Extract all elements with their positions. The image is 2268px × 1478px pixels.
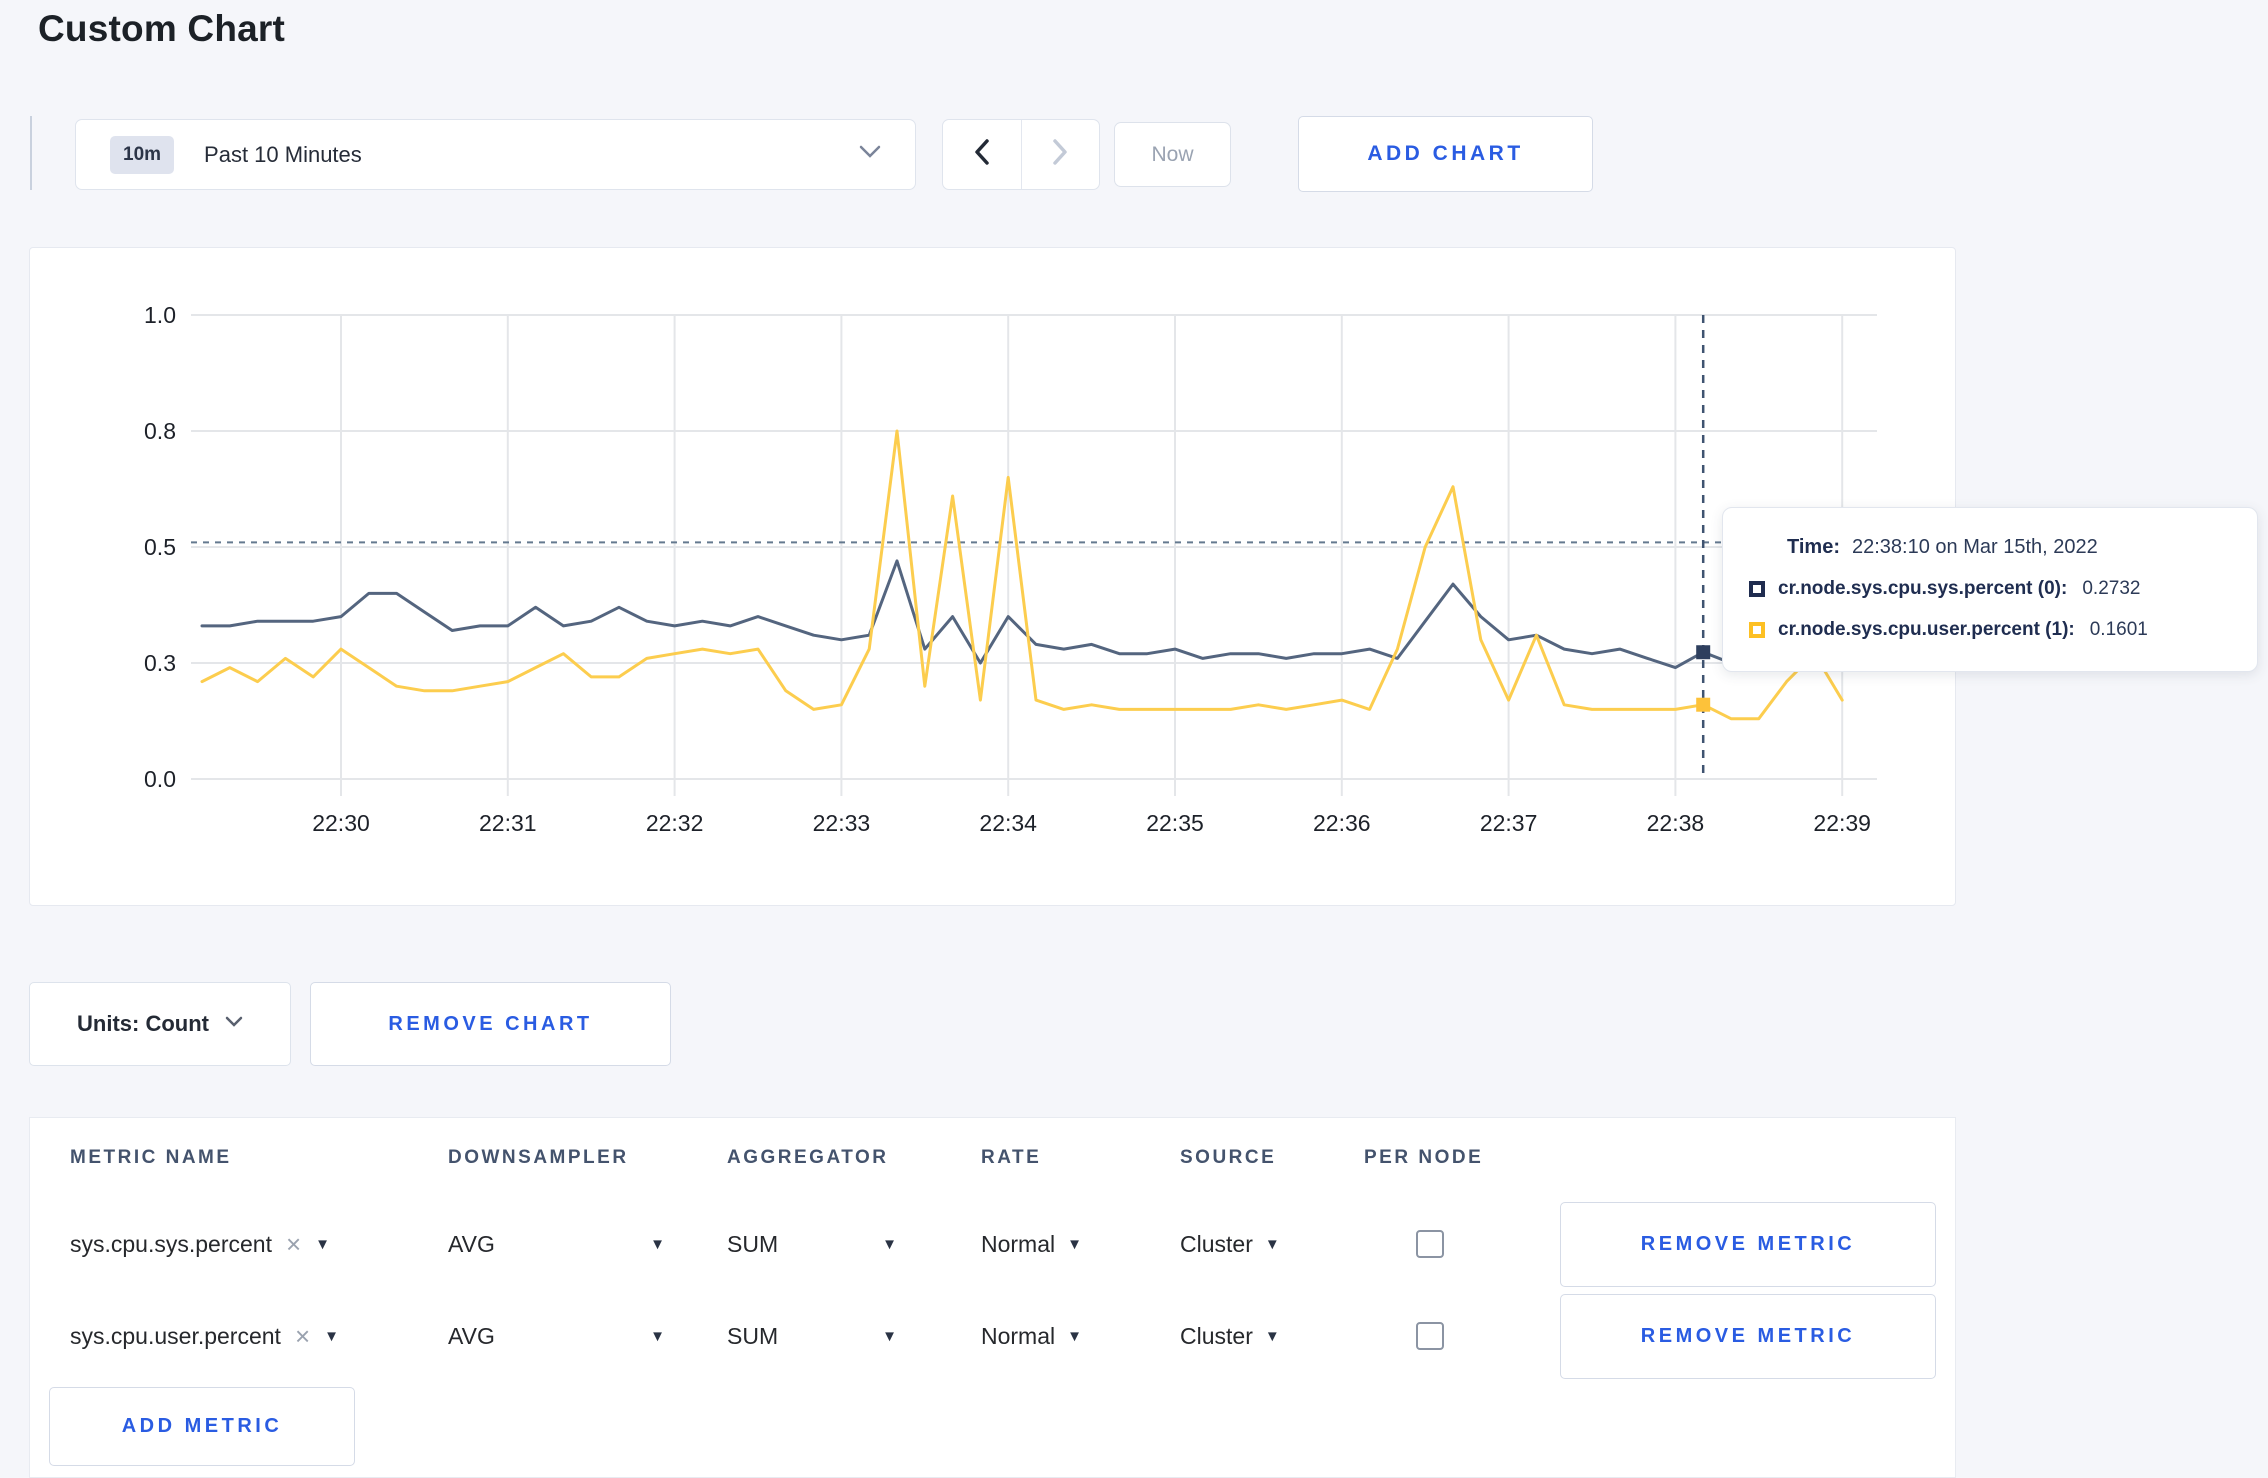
aggregator-value: SUM bbox=[727, 1230, 779, 1257]
sys-series-swatch-icon bbox=[1749, 581, 1765, 597]
aggregator-select[interactable]: SUM ▼ bbox=[727, 1323, 981, 1350]
dropdown-arrow-icon: ▼ bbox=[650, 1327, 665, 1345]
svg-text:22:39: 22:39 bbox=[1813, 810, 1871, 836]
source-value: Cluster bbox=[1180, 1322, 1253, 1349]
metrics-table: METRIC NAME DOWNSAMPLER AGGREGATOR RATE … bbox=[29, 1117, 1956, 1478]
aggregator-select[interactable]: SUM ▼ bbox=[727, 1231, 981, 1258]
rate-select[interactable]: Normal ▼ bbox=[981, 1323, 1180, 1350]
rate-value: Normal bbox=[981, 1230, 1056, 1257]
header-downsampler: DOWNSAMPLER bbox=[448, 1147, 629, 1168]
dropdown-arrow-icon: ▼ bbox=[1067, 1327, 1082, 1345]
svg-text:22:34: 22:34 bbox=[979, 810, 1037, 836]
downsampler-value: AVG bbox=[448, 1322, 495, 1349]
dropdown-arrow-icon: ▼ bbox=[1067, 1235, 1082, 1253]
clear-metric-icon[interactable]: × bbox=[286, 1231, 301, 1257]
metric-name-select[interactable]: sys.cpu.sys.percent × ▼ bbox=[70, 1231, 448, 1258]
remove-metric-button[interactable]: REMOVE METRIC bbox=[1560, 1201, 1936, 1287]
svg-text:0.3: 0.3 bbox=[144, 650, 176, 676]
tooltip-series-row: cr.node.sys.cpu.sys.percent (0): 0.2732 bbox=[1749, 578, 2227, 600]
tooltip-series-row: cr.node.sys.cpu.user.percent (1): 0.1601 bbox=[1749, 619, 2227, 641]
units-select[interactable]: Units: Count bbox=[29, 982, 291, 1066]
remove-chart-button[interactable]: REMOVE CHART bbox=[310, 982, 671, 1066]
tooltip-series-value: 0.2732 bbox=[2082, 578, 2141, 599]
header-source: SOURCE bbox=[1180, 1147, 1277, 1168]
metric-name-value: sys.cpu.sys.percent bbox=[70, 1230, 272, 1257]
dropdown-arrow-icon: ▼ bbox=[650, 1235, 665, 1253]
user-series-swatch-icon bbox=[1749, 622, 1765, 638]
dropdown-arrow-icon: ▼ bbox=[882, 1327, 897, 1345]
per-node-checkbox[interactable] bbox=[1416, 1322, 1444, 1350]
header-aggregator: AGGREGATOR bbox=[727, 1147, 889, 1168]
remove-metric-button[interactable]: REMOVE METRIC bbox=[1560, 1293, 1936, 1379]
time-range-label: Past 10 Minutes bbox=[204, 141, 362, 167]
svg-text:0.0: 0.0 bbox=[144, 766, 176, 792]
chart-tooltip: Time: 22:38:10 on Mar 15th, 2022 cr.node… bbox=[1722, 507, 2258, 672]
add-metric-button[interactable]: ADD METRIC bbox=[49, 1387, 355, 1466]
source-select[interactable]: Cluster ▼ bbox=[1180, 1231, 1364, 1258]
dropdown-arrow-icon: ▼ bbox=[882, 1235, 897, 1253]
chevron-down-icon bbox=[859, 145, 881, 164]
header-metric-name: METRIC NAME bbox=[70, 1147, 232, 1168]
metric-row: sys.cpu.user.percent × ▼ AVG ▼ SUM ▼ Nor… bbox=[30, 1290, 1955, 1382]
dropdown-arrow-icon: ▼ bbox=[1264, 1235, 1280, 1253]
page-title: Custom Chart bbox=[38, 8, 286, 49]
dropdown-arrow-icon: ▼ bbox=[324, 1327, 339, 1345]
chevron-right-icon bbox=[1052, 139, 1068, 170]
clear-metric-icon[interactable]: × bbox=[295, 1323, 310, 1349]
rate-value: Normal bbox=[981, 1322, 1056, 1349]
now-button[interactable]: Now bbox=[1114, 122, 1231, 187]
svg-text:22:31: 22:31 bbox=[479, 810, 537, 836]
downsampler-value: AVG bbox=[448, 1230, 495, 1257]
svg-text:22:32: 22:32 bbox=[646, 810, 704, 836]
source-value: Cluster bbox=[1180, 1230, 1253, 1257]
chevron-left-icon bbox=[974, 139, 990, 170]
tooltip-series-value: 0.1601 bbox=[2089, 619, 2148, 640]
svg-text:22:36: 22:36 bbox=[1313, 810, 1371, 836]
next-range-button[interactable] bbox=[1020, 120, 1100, 189]
downsampler-select[interactable]: AVG ▼ bbox=[448, 1323, 727, 1350]
svg-text:0.5: 0.5 bbox=[144, 534, 176, 560]
add-chart-button[interactable]: ADD CHART bbox=[1298, 116, 1593, 192]
svg-text:22:30: 22:30 bbox=[312, 810, 370, 836]
metric-row: sys.cpu.sys.percent × ▼ AVG ▼ SUM ▼ Norm… bbox=[30, 1198, 1955, 1290]
units-label: Units: Count bbox=[77, 1011, 209, 1036]
metrics-table-header: METRIC NAME DOWNSAMPLER AGGREGATOR RATE … bbox=[30, 1118, 1955, 1198]
timeseries-chart[interactable]: 0.0 0.3 0.5 0.8 1.0 22:30 22:31 22:32 22:33 22:34… bbox=[30, 248, 1957, 907]
svg-text:0.8: 0.8 bbox=[144, 418, 176, 444]
metric-name-value: sys.cpu.user.percent bbox=[70, 1322, 281, 1349]
downsampler-select[interactable]: AVG ▼ bbox=[448, 1231, 727, 1258]
time-range-select[interactable]: 10m Past 10 Minutes bbox=[75, 119, 916, 190]
per-node-checkbox[interactable] bbox=[1416, 1230, 1444, 1258]
dropdown-arrow-icon: ▼ bbox=[1264, 1327, 1280, 1345]
source-select[interactable]: Cluster ▼ bbox=[1180, 1323, 1364, 1350]
chart-panel: 0.0 0.3 0.5 0.8 1.0 22:30 22:31 22:32 22:33 22:34… bbox=[29, 247, 2258, 907]
tooltip-series-name: cr.node.sys.cpu.user.percent (1): bbox=[1778, 619, 2075, 640]
rate-select[interactable]: Normal ▼ bbox=[981, 1231, 1180, 1258]
svg-text:1.0: 1.0 bbox=[144, 302, 176, 328]
time-range-badge: 10m bbox=[110, 135, 175, 174]
svg-text:22:37: 22:37 bbox=[1480, 810, 1538, 836]
aggregator-value: SUM bbox=[727, 1322, 779, 1349]
dropdown-arrow-icon: ▼ bbox=[315, 1235, 331, 1253]
svg-text:22:38: 22:38 bbox=[1647, 810, 1705, 836]
toolbar-divider bbox=[30, 116, 32, 190]
svg-text:22:33: 22:33 bbox=[813, 810, 871, 836]
time-range-nav bbox=[942, 119, 1100, 190]
header-rate: RATE bbox=[981, 1147, 1042, 1168]
tooltip-time-label: Time: bbox=[1787, 536, 1840, 558]
tooltip-series-name: cr.node.sys.cpu.sys.percent (0): bbox=[1778, 578, 2068, 599]
metric-name-select[interactable]: sys.cpu.user.percent × ▼ bbox=[70, 1323, 448, 1350]
header-per-node: PER NODE bbox=[1364, 1147, 1484, 1168]
tooltip-time-value: 22:38:10 on Mar 15th, 2022 bbox=[1851, 536, 2098, 558]
prev-range-button[interactable] bbox=[943, 120, 1021, 189]
chevron-down-icon bbox=[225, 1015, 243, 1033]
svg-text:22:35: 22:35 bbox=[1146, 810, 1204, 836]
